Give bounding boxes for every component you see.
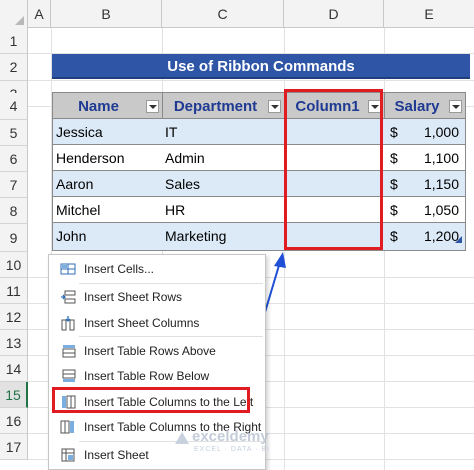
table-cell-column1[interactable] <box>284 119 385 145</box>
table-cell-column1[interactable] <box>284 145 385 171</box>
menu-item-insert-sheet-rows[interactable]: Insert Sheet Rows <box>50 285 264 309</box>
table-cell-column1[interactable] <box>284 197 385 223</box>
currency-symbol: $ <box>390 150 398 166</box>
table-cell-department[interactable]: HR <box>162 197 285 223</box>
column-header-b[interactable]: B <box>51 0 162 28</box>
row-header-10[interactable]: 10 <box>0 252 28 278</box>
table-header-column1[interactable]: Column1 <box>284 92 385 119</box>
row-header-13[interactable]: 13 <box>0 330 28 356</box>
table-cell-name[interactable]: Aaron <box>52 171 163 197</box>
select-all-triangle-icon <box>15 16 24 25</box>
currency-symbol: $ <box>390 124 398 140</box>
header-label: Name <box>78 98 119 115</box>
row-header-8[interactable]: 8 <box>0 198 28 224</box>
filter-dropdown-icon[interactable] <box>449 100 462 113</box>
row-header-14[interactable]: 14 <box>0 356 28 382</box>
menu-item-label: Insert Table Columns to the Left <box>84 395 254 409</box>
table-cell-salary[interactable]: $1,100 <box>384 145 466 171</box>
column-header-e[interactable]: E <box>384 0 474 28</box>
row-header-7[interactable]: 7 <box>0 172 28 198</box>
table-cell-column1[interactable] <box>284 223 385 251</box>
spreadsheet: A B C D E 1 2 3 4 5 6 7 8 9 10 11 12 13 … <box>0 0 474 470</box>
menu-item-label: Insert Table Rows Above <box>84 344 216 358</box>
menu-item-insert-table-columns-left[interactable]: Insert Table Columns to the Left <box>50 390 264 414</box>
menu-separator <box>79 283 263 284</box>
column-header-bar: A B C D E <box>0 0 474 28</box>
salary-amount: 1,000 <box>423 124 459 140</box>
insert-sheet-icon <box>61 448 75 462</box>
sheet-title-banner: Use of Ribbon Commands <box>52 54 470 79</box>
row-header-9[interactable]: 9 <box>0 224 28 252</box>
insert-rows-icon <box>61 290 76 304</box>
insert-table-rows-above-icon <box>62 345 76 358</box>
row-header-12[interactable]: 12 <box>0 304 28 330</box>
menu-item-insert-table-row-below[interactable]: Insert Table Row Below <box>50 364 264 388</box>
table-cell-department[interactable]: IT <box>162 119 285 145</box>
row-header-16[interactable]: 16 <box>0 408 28 434</box>
row-header-17[interactable]: 17 <box>0 434 28 460</box>
insert-cells-icon <box>60 263 76 275</box>
row-header-6[interactable]: 6 <box>0 146 28 172</box>
table-cell-column1[interactable] <box>284 171 385 197</box>
insert-table-row-below-icon <box>62 369 76 382</box>
table-cell-name[interactable]: Mitchel <box>52 197 163 223</box>
exceldemy-logo-icon <box>175 432 189 444</box>
table-resize-handle-icon[interactable] <box>455 236 462 243</box>
table-cell-salary[interactable]: $1,000 <box>384 119 466 145</box>
table-header-department[interactable]: Department <box>162 92 285 119</box>
filter-dropdown-icon[interactable] <box>268 100 281 113</box>
column-header-a[interactable]: A <box>28 0 51 28</box>
menu-item-insert-sheet-columns[interactable]: Insert Sheet Columns <box>50 311 264 335</box>
table-cell-name[interactable]: Henderson <box>52 145 163 171</box>
salary-amount: 1,100 <box>423 150 459 166</box>
menu-item-label: Insert Sheet <box>84 448 149 462</box>
watermark-text: exceldemy <box>192 428 269 445</box>
table-cell-department[interactable]: Marketing <box>162 223 285 251</box>
currency-symbol: $ <box>390 176 398 192</box>
row-header-4[interactable]: 4 <box>0 93 28 120</box>
salary-amount: 1,150 <box>423 176 459 192</box>
table-cell-department[interactable]: Admin <box>162 145 285 171</box>
salary-amount: 1,050 <box>423 202 459 218</box>
table-header-salary[interactable]: Salary <box>384 92 466 119</box>
table-header-name[interactable]: Name <box>52 92 163 119</box>
menu-item-label: Insert Sheet Columns <box>84 316 200 330</box>
gridline <box>28 80 474 81</box>
filter-dropdown-icon[interactable] <box>146 100 159 113</box>
insert-table-columns-right-icon <box>60 420 74 434</box>
table-cell-name[interactable]: Jessica <box>52 119 163 145</box>
table-cell-salary[interactable]: $1,150 <box>384 171 466 197</box>
header-label: Department <box>173 98 258 115</box>
table-cell-name[interactable]: John <box>52 223 163 251</box>
table-cell-department[interactable]: Sales <box>162 171 285 197</box>
menu-item-insert-cells[interactable]: Insert Cells... <box>50 257 264 281</box>
menu-separator <box>79 336 263 337</box>
insert-table-columns-left-icon <box>62 395 76 409</box>
header-label: Salary <box>394 98 440 115</box>
currency-symbol: $ <box>390 202 398 218</box>
watermark-tagline: EXCEL · DATA · BI <box>194 446 270 453</box>
menu-item-label: Insert Table Row Below <box>84 369 210 383</box>
menu-item-insert-table-rows-above[interactable]: Insert Table Rows Above <box>50 339 264 363</box>
header-label: Column1 <box>295 98 360 115</box>
row-header-2[interactable]: 2 <box>0 54 28 81</box>
column-header-d[interactable]: D <box>284 0 384 28</box>
select-all-corner[interactable] <box>0 0 28 28</box>
row-header-5[interactable]: 5 <box>0 120 28 146</box>
menu-item-label: Insert Sheet Rows <box>84 290 183 304</box>
row-header-1[interactable]: 1 <box>0 28 28 54</box>
salary-amount: 1,200 <box>423 228 459 244</box>
currency-symbol: $ <box>390 228 398 244</box>
row-header-15[interactable]: 15 <box>0 382 28 408</box>
row-header-11[interactable]: 11 <box>0 278 28 304</box>
menu-item-label: Insert Cells... <box>84 262 155 276</box>
column-header-c[interactable]: C <box>162 0 284 28</box>
insert-columns-icon <box>61 316 75 331</box>
table-cell-salary[interactable]: $1,200 <box>384 223 466 251</box>
table-cell-salary[interactable]: $1,050 <box>384 197 466 223</box>
filter-dropdown-icon[interactable] <box>368 100 381 113</box>
